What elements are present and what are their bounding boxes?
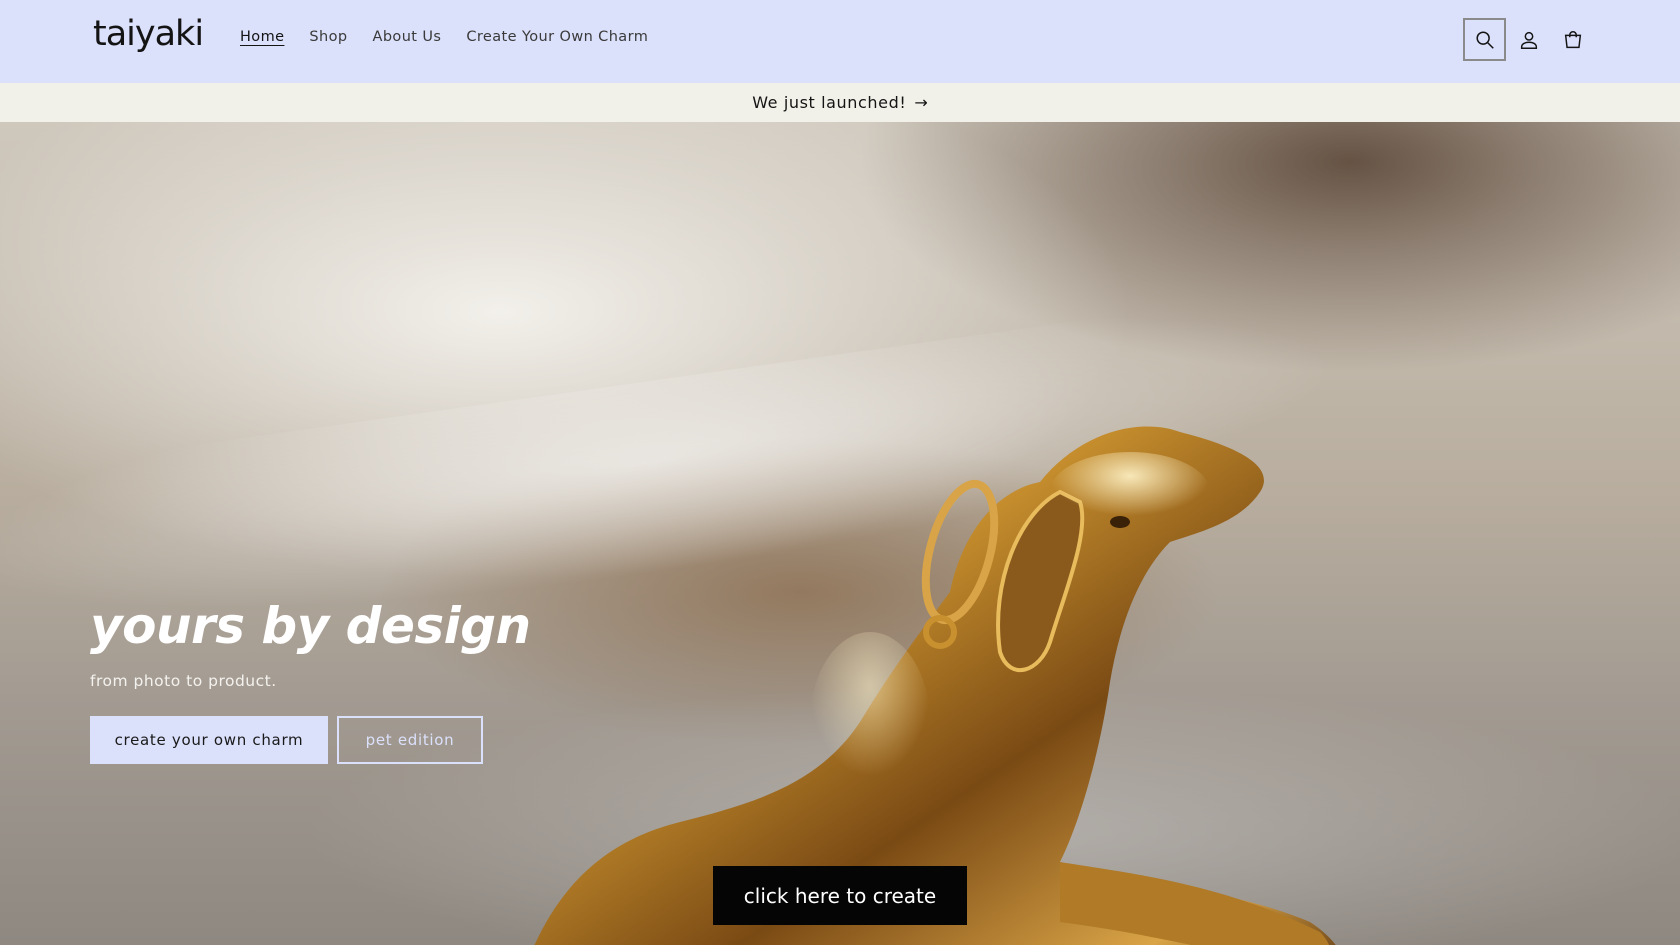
account-button[interactable]	[1507, 18, 1550, 61]
announcement-bar[interactable]: We just launched! →	[0, 83, 1680, 122]
account-icon	[1520, 31, 1537, 49]
nav-shop[interactable]: Shop	[309, 29, 347, 45]
nav-about-us[interactable]: About Us	[373, 29, 442, 45]
nav-home[interactable]: Home	[240, 29, 284, 45]
create-your-own-charm-button[interactable]: create your own charm	[90, 716, 328, 764]
arrow-right-icon: →	[914, 93, 928, 112]
search-icon	[1475, 30, 1494, 49]
gold-dog-charm-image	[534, 426, 1336, 945]
hero-title: yours by design	[90, 597, 531, 655]
hero-banner: yours by design from photo to product. c…	[0, 122, 1680, 945]
cart-button[interactable]	[1551, 18, 1594, 61]
click-here-to-create-button[interactable]: click here to create	[713, 866, 967, 925]
hero-subtitle: from photo to product.	[90, 672, 277, 690]
cart-icon	[1564, 30, 1581, 48]
header-icons	[1463, 18, 1595, 61]
main-nav: Home Shop About Us Create Your Own Charm	[240, 29, 673, 45]
nav-create-your-own-charm[interactable]: Create Your Own Charm	[466, 29, 648, 45]
search-button[interactable]	[1463, 18, 1506, 61]
pet-edition-button[interactable]: pet edition	[337, 716, 483, 764]
site-logo[interactable]: taiyaki	[93, 14, 204, 54]
announcement-text[interactable]: We just launched!	[752, 93, 906, 112]
site-header: taiyaki Home Shop About Us Create Your O…	[0, 0, 1680, 83]
